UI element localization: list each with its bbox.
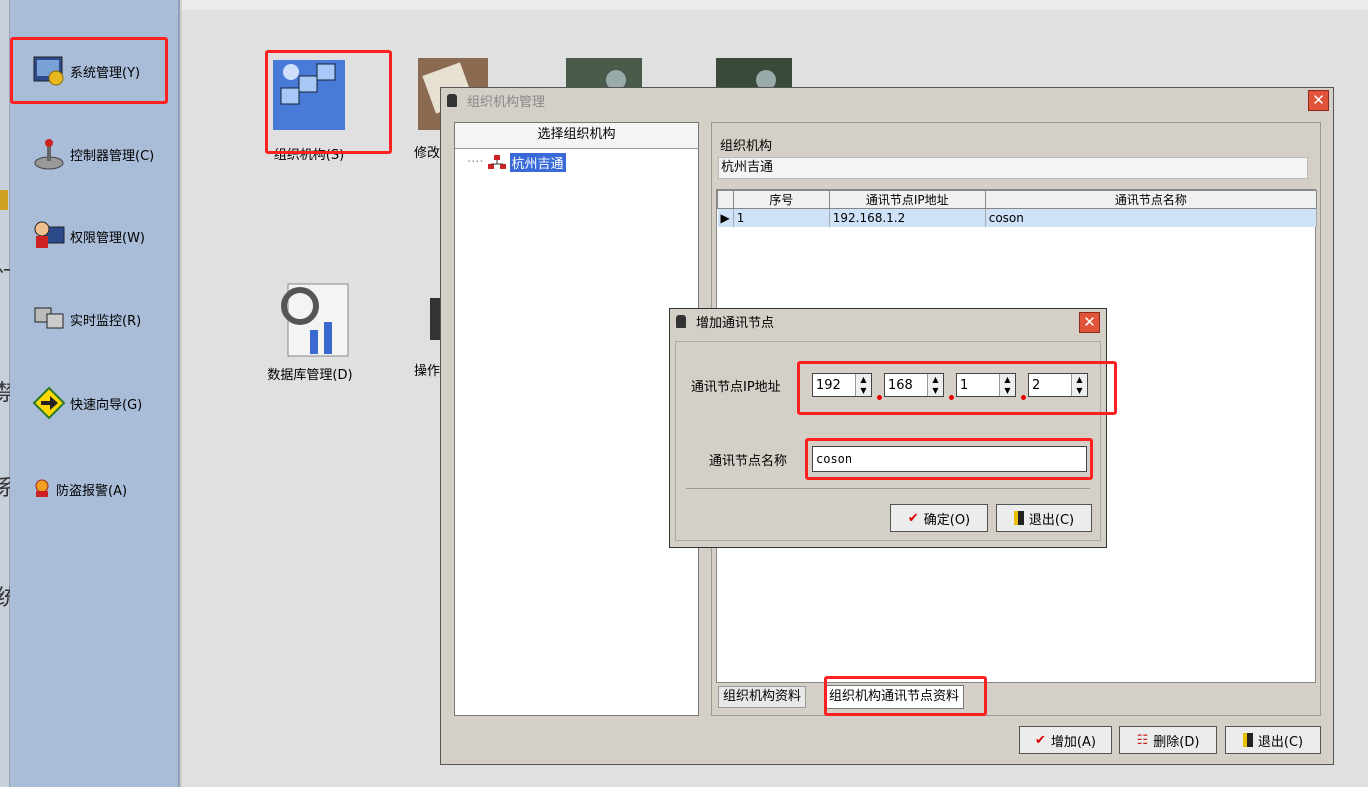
spin-arrows-icon[interactable]: ▲ ▼ — [927, 374, 943, 396]
ip-part-value: 192 — [816, 377, 841, 393]
sidebar-item-alarm[interactable]: 防盗报警(A) — [32, 472, 127, 506]
ok-button-label: 确定(O) — [923, 512, 971, 528]
main-icon-label: 组织机构(S) — [273, 148, 345, 163]
door-exit-icon — [1242, 733, 1253, 747]
col-header-ip[interactable]: 通讯节点IP地址 — [828, 190, 986, 209]
add-node-title: 增加通讯节点 — [696, 315, 775, 331]
ip-part-value: 168 — [888, 377, 913, 393]
dialog-exit-button-label: 退出(C) — [1028, 512, 1075, 528]
sidebar: 系统管理(Y) 控制器管理(C) 权限管理(W) 实时监控(R) 快速向导(G)… — [10, 0, 180, 787]
ok-button[interactable]: ✔ 确定(O) — [890, 504, 988, 532]
ip-separator-dot — [1021, 395, 1026, 400]
database-refresh-icon — [270, 282, 350, 362]
col-header-index[interactable]: 序号 — [732, 190, 830, 209]
spin-arrows-icon[interactable]: ▲ ▼ — [1071, 374, 1087, 396]
exit-button[interactable]: 退出(C) — [1225, 726, 1321, 754]
spin-arrows-icon[interactable]: ▲ ▼ — [855, 374, 871, 396]
ip-part-2-stepper[interactable]: 168 ▲ ▼ — [884, 373, 944, 397]
row-marker: ▶ — [717, 208, 734, 227]
add-node-body: 通讯节点IP地址 192 ▲ ▼ 168 ▲ ▼ 1 ▲ ▼ 2 ▲ ▼ 通讯节点名称 … — [675, 341, 1101, 541]
sidebar-item-label: 快速向导(G) — [70, 397, 143, 413]
sidebar-item-monitor[interactable]: 实时监控(R) — [32, 302, 141, 336]
sidebar-item-wizard[interactable]: 快速向导(G) — [32, 386, 142, 420]
add-node-dialog: 增加通讯节点 ✕ 通讯节点IP地址 192 ▲ ▼ 168 ▲ ▼ 1 ▲ ▼ 2 ▲… — [669, 308, 1107, 548]
org-network-icon — [269, 58, 349, 136]
node-name-input[interactable]: coson — [812, 446, 1087, 472]
tree-node-root[interactable]: ···· 杭州吉通 — [467, 153, 566, 172]
main-icon-label: 数据库管理(D) — [267, 368, 353, 383]
ip-label: 通讯节点IP地址 — [691, 380, 781, 395]
tree-header: 选择组织机构 — [455, 123, 698, 149]
ip-part-1-stepper[interactable]: 192 ▲ ▼ — [812, 373, 872, 397]
name-label: 通讯节点名称 — [709, 454, 788, 469]
table-row[interactable]: ▶ 1 192.168.1.2 coson — [717, 208, 1318, 227]
delete-button[interactable]: ☷ 删除(D) — [1119, 726, 1217, 754]
dialog-exit-button[interactable]: 退出(C) — [996, 504, 1092, 532]
ip-part-4-stepper[interactable]: 2 ▲ ▼ — [1028, 373, 1088, 397]
monitor-gear-icon — [32, 54, 66, 88]
main-icon-label: 修改 — [414, 146, 441, 161]
user-computer-icon — [32, 219, 66, 253]
table-header-row: 序号 通讯节点IP地址 通讯节点名称 — [717, 190, 1318, 209]
exit-button-label: 退出(C) — [1257, 734, 1304, 750]
delete-button-label: 删除(D) — [1153, 734, 1200, 750]
main-icon-org[interactable]: 组织机构(S) — [264, 58, 354, 163]
ip-part-value: 1 — [960, 377, 969, 393]
org-label: 组织机构 — [720, 139, 773, 154]
add-button-label: 增加(A) — [1050, 734, 1096, 750]
org-window-close-icon[interactable]: ✕ — [1308, 90, 1329, 111]
delete-list-icon: ☷ — [1136, 732, 1149, 748]
check-icon: ✔ — [907, 510, 919, 526]
node-table: 序号 通讯节点IP地址 通讯节点名称 ▶ 1 192.168.1.2 coson — [717, 190, 1318, 227]
cell-ip: 192.168.1.2 — [829, 208, 986, 227]
joystick-icon — [32, 137, 66, 171]
ip-part-value: 2 — [1032, 377, 1041, 393]
cell-name: coson — [985, 208, 1318, 227]
arrow-diamond-icon — [32, 386, 66, 420]
lock-icon — [676, 314, 686, 328]
check-icon: ✔ — [1035, 732, 1046, 748]
sidebar-item-label: 实时监控(R) — [70, 313, 142, 329]
sidebar-item-permission[interactable]: 权限管理(W) — [32, 219, 145, 253]
org-tree-icon — [487, 154, 506, 169]
sidebar-item-label: 防盗报警(A) — [56, 483, 128, 499]
tree-node-label: 杭州吉通 — [509, 153, 566, 172]
strip-marker-icon — [0, 190, 8, 210]
left-strip: 门 禁 系 统 — [0, 0, 18, 787]
sidebar-item-label: 控制器管理(C) — [70, 148, 155, 164]
sidebar-item-system[interactable]: 系统管理(Y) — [32, 54, 140, 88]
alarm-user-icon — [32, 472, 52, 506]
spin-arrows-icon[interactable]: ▲ ▼ — [999, 374, 1015, 396]
ip-part-3-stepper[interactable]: 1 ▲ ▼ — [956, 373, 1016, 397]
sidebar-item-label: 系统管理(Y) — [70, 65, 141, 81]
col-header-marker — [717, 190, 734, 209]
ip-separator-dot — [877, 395, 882, 400]
sidebar-item-label: 权限管理(W) — [70, 230, 145, 246]
tab-node-info[interactable]: 组织机构通讯节点资料 — [824, 685, 965, 709]
org-window-titlebar[interactable]: 组织机构管理 — [441, 88, 1333, 112]
org-window-title: 组织机构管理 — [467, 94, 546, 110]
cell-index: 1 — [733, 208, 830, 227]
dialog-divider — [686, 488, 1090, 489]
main-icon-database[interactable]: 数据库管理(D) — [256, 282, 364, 383]
org-value-field[interactable]: 杭州吉通 — [718, 157, 1308, 179]
add-node-titlebar[interactable]: 增加通讯节点 — [670, 309, 1106, 333]
tab-org-info[interactable]: 组织机构资料 — [718, 686, 807, 708]
sidebar-item-controller[interactable]: 控制器管理(C) — [32, 137, 154, 171]
col-header-name[interactable]: 通讯节点名称 — [984, 190, 1318, 209]
add-button[interactable]: ✔ 增加(A) — [1019, 726, 1112, 754]
ip-separator-dot — [949, 395, 954, 400]
monitor-network-icon — [32, 302, 66, 336]
add-node-close-icon[interactable]: ✕ — [1079, 312, 1100, 333]
lock-icon — [447, 93, 457, 107]
door-exit-icon — [1013, 511, 1024, 525]
org-tree-panel: 选择组织机构 ···· 杭州吉通 — [454, 122, 699, 716]
main-icon-label: 操作 — [414, 364, 441, 379]
